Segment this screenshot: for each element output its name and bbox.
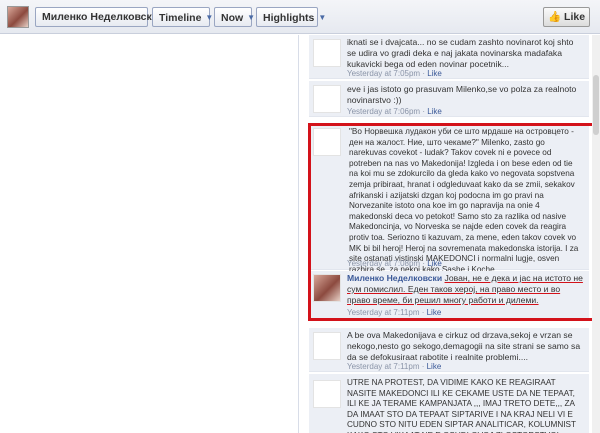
comment-text: A be ova Makedonijava e cirkuz od drzava… bbox=[347, 330, 581, 362]
thumbs-up-icon: 👍 bbox=[547, 11, 562, 23]
scrollbar[interactable] bbox=[592, 35, 600, 433]
comment-time[interactable]: Yesterday at 7:05pm bbox=[347, 69, 420, 78]
comment-time[interactable]: Yesterday at 7:06pm bbox=[347, 107, 420, 116]
chevron-down-icon: ▼ bbox=[205, 13, 214, 22]
comment-item: eve i jas istoto go prasuvam Milenko,se … bbox=[309, 81, 589, 117]
comment-text: iknati se i dvajcata... no se cudam zash… bbox=[347, 37, 574, 69]
comment-meta: Yesterday at 7:05pm · Like bbox=[347, 69, 442, 78]
comment-like-link[interactable]: Like bbox=[427, 259, 442, 268]
comments-list: iknati se i dvajcata... no se cudam zash… bbox=[309, 35, 600, 433]
tab-now[interactable]: Now ▼ bbox=[214, 7, 256, 27]
timeline-header: Миленко Неделковски Timeline ▼ Now ▼ Highl… bbox=[0, 0, 600, 34]
tab-highlights[interactable]: Highlights ▼ bbox=[256, 7, 326, 27]
comment-meta: Yesterday at 7:11pm · Like bbox=[347, 362, 442, 371]
comment-like-link[interactable]: Like bbox=[427, 308, 442, 317]
like-label: Like bbox=[564, 11, 586, 23]
comment-author-link[interactable]: Миленко Неделковски bbox=[347, 273, 442, 283]
comment-meta: Yesterday at 7:11pm · Like bbox=[347, 308, 442, 317]
comment-time[interactable]: Yesterday at 7:11pm bbox=[347, 308, 420, 317]
comment-text: "Во Норвешка лудакон уби се што мрдаше н… bbox=[349, 127, 579, 274]
profile-name: Миленко Неделковски bbox=[42, 11, 159, 23]
comment-like-link[interactable]: Like bbox=[427, 107, 442, 116]
commenter-avatar[interactable] bbox=[313, 128, 341, 156]
timeline-left-column bbox=[0, 35, 300, 433]
comment-item: "Во Норвешка лудакон уби се што мрдаше н… bbox=[309, 124, 589, 274]
comment-text: Миленко Неделковски Јован, не е дека и ј… bbox=[347, 273, 583, 306]
commenter-avatar[interactable] bbox=[313, 39, 341, 67]
profile-avatar[interactable] bbox=[7, 6, 29, 28]
comment-like-link[interactable]: Like bbox=[427, 362, 442, 371]
commenter-avatar[interactable] bbox=[313, 380, 341, 408]
comment-item: Миленко Неделковски Јован, не е дека и ј… bbox=[309, 271, 589, 319]
scrollbar-thumb[interactable] bbox=[593, 75, 599, 135]
comment-text: eve i jas istoto go prasuvam Milenko,se … bbox=[347, 84, 577, 105]
comment-time[interactable]: Yesterday at 7:08pm bbox=[347, 259, 420, 268]
commenter-avatar[interactable] bbox=[313, 274, 341, 302]
comment-time[interactable]: Yesterday at 7:11pm bbox=[347, 362, 420, 371]
tab-highlights-label: Highlights bbox=[263, 12, 315, 24]
timeline-divider bbox=[298, 35, 299, 433]
comment-text: UTRE NA PROTEST, DA VIDIME KAKO KE REAGI… bbox=[347, 378, 576, 433]
profile-name-button[interactable]: Миленко Неделковски bbox=[35, 7, 158, 27]
comment-like-link[interactable]: Like bbox=[427, 69, 442, 78]
like-page-button[interactable]: 👍 Like bbox=[543, 7, 590, 27]
comment-item: A be ova Makedonijava e cirkuz od drzava… bbox=[309, 328, 589, 372]
comment-item: UTRE NA PROTEST, DA VIDIME KAKO KE REAGI… bbox=[309, 374, 589, 433]
tab-now-label: Now bbox=[221, 12, 244, 24]
commenter-avatar[interactable] bbox=[313, 332, 341, 360]
comment-meta: Yesterday at 7:06pm · Like bbox=[347, 107, 442, 116]
comment-meta: Yesterday at 7:08pm · Like bbox=[347, 259, 442, 268]
tab-timeline-label: Timeline bbox=[159, 12, 202, 24]
commenter-avatar[interactable] bbox=[313, 85, 341, 113]
tab-timeline[interactable]: Timeline ▼ bbox=[152, 7, 214, 27]
chevron-down-icon: ▼ bbox=[247, 13, 256, 22]
chevron-down-icon: ▼ bbox=[318, 13, 327, 22]
comment-item: iknati se i dvajcata... no se cudam zash… bbox=[309, 35, 589, 79]
